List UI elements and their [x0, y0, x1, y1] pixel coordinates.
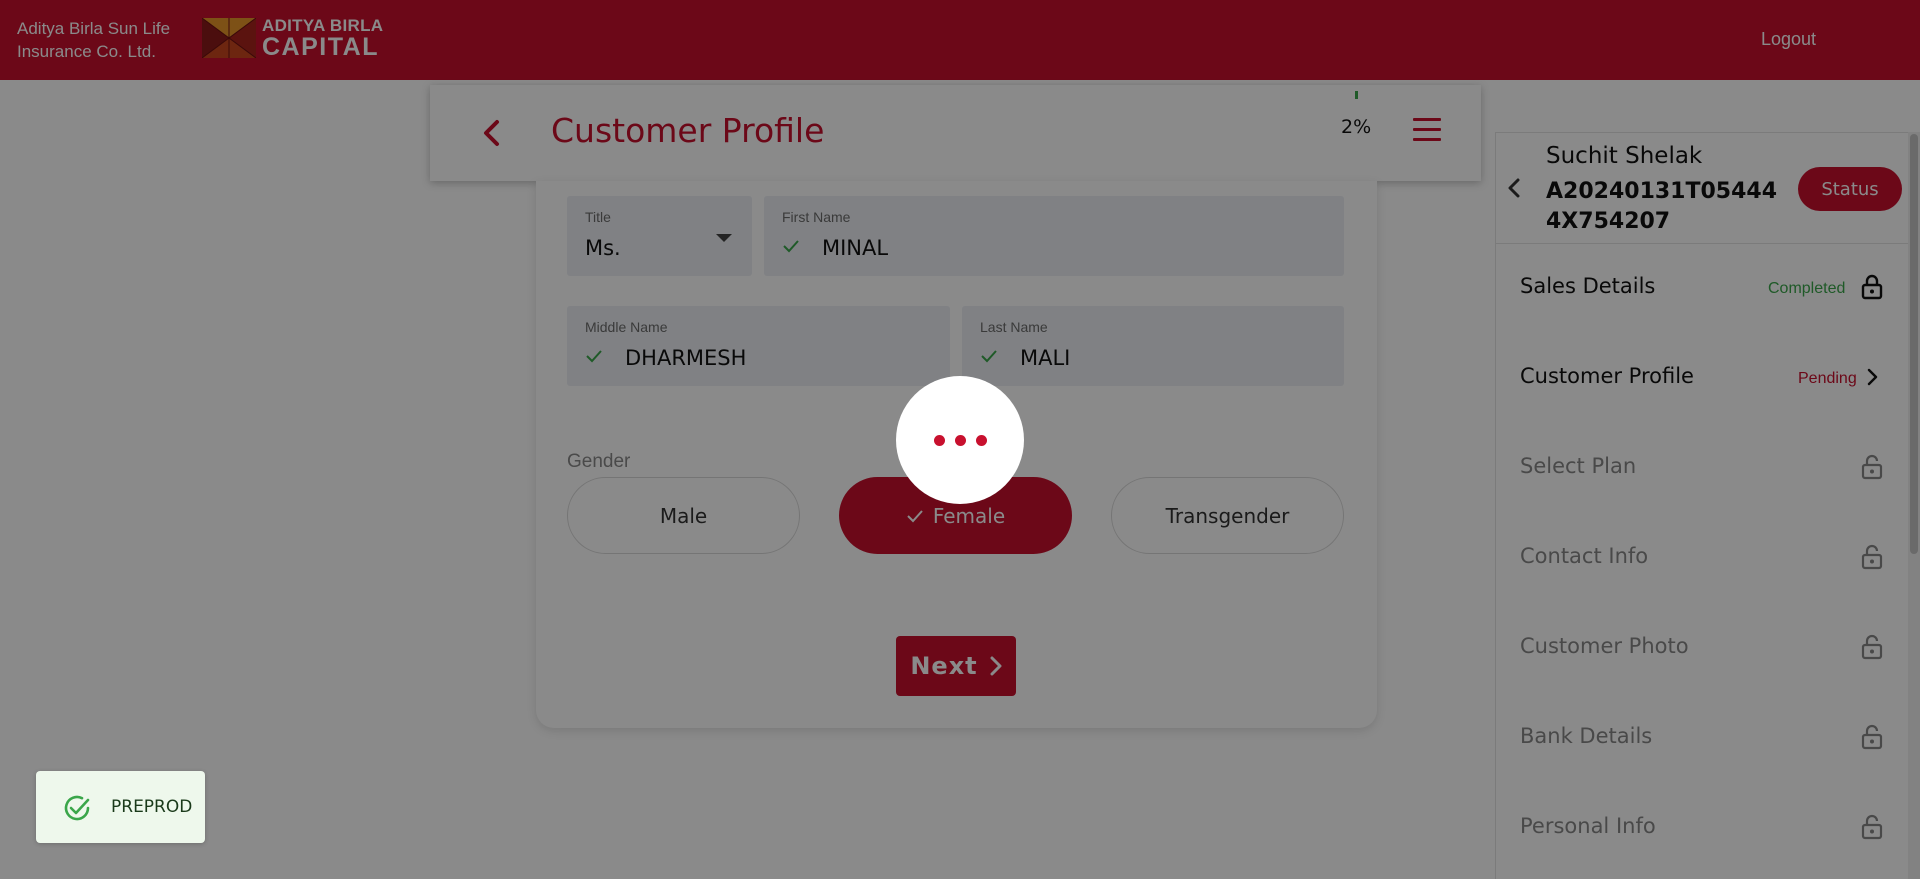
loading-spinner — [896, 376, 1024, 504]
check-circle-icon — [64, 795, 90, 821]
loading-dot — [975, 434, 987, 446]
environment-label: PREPROD — [111, 797, 193, 817]
loading-dot — [954, 434, 966, 446]
loading-dot — [933, 434, 945, 446]
environment-badge: PREPROD — [36, 771, 205, 843]
